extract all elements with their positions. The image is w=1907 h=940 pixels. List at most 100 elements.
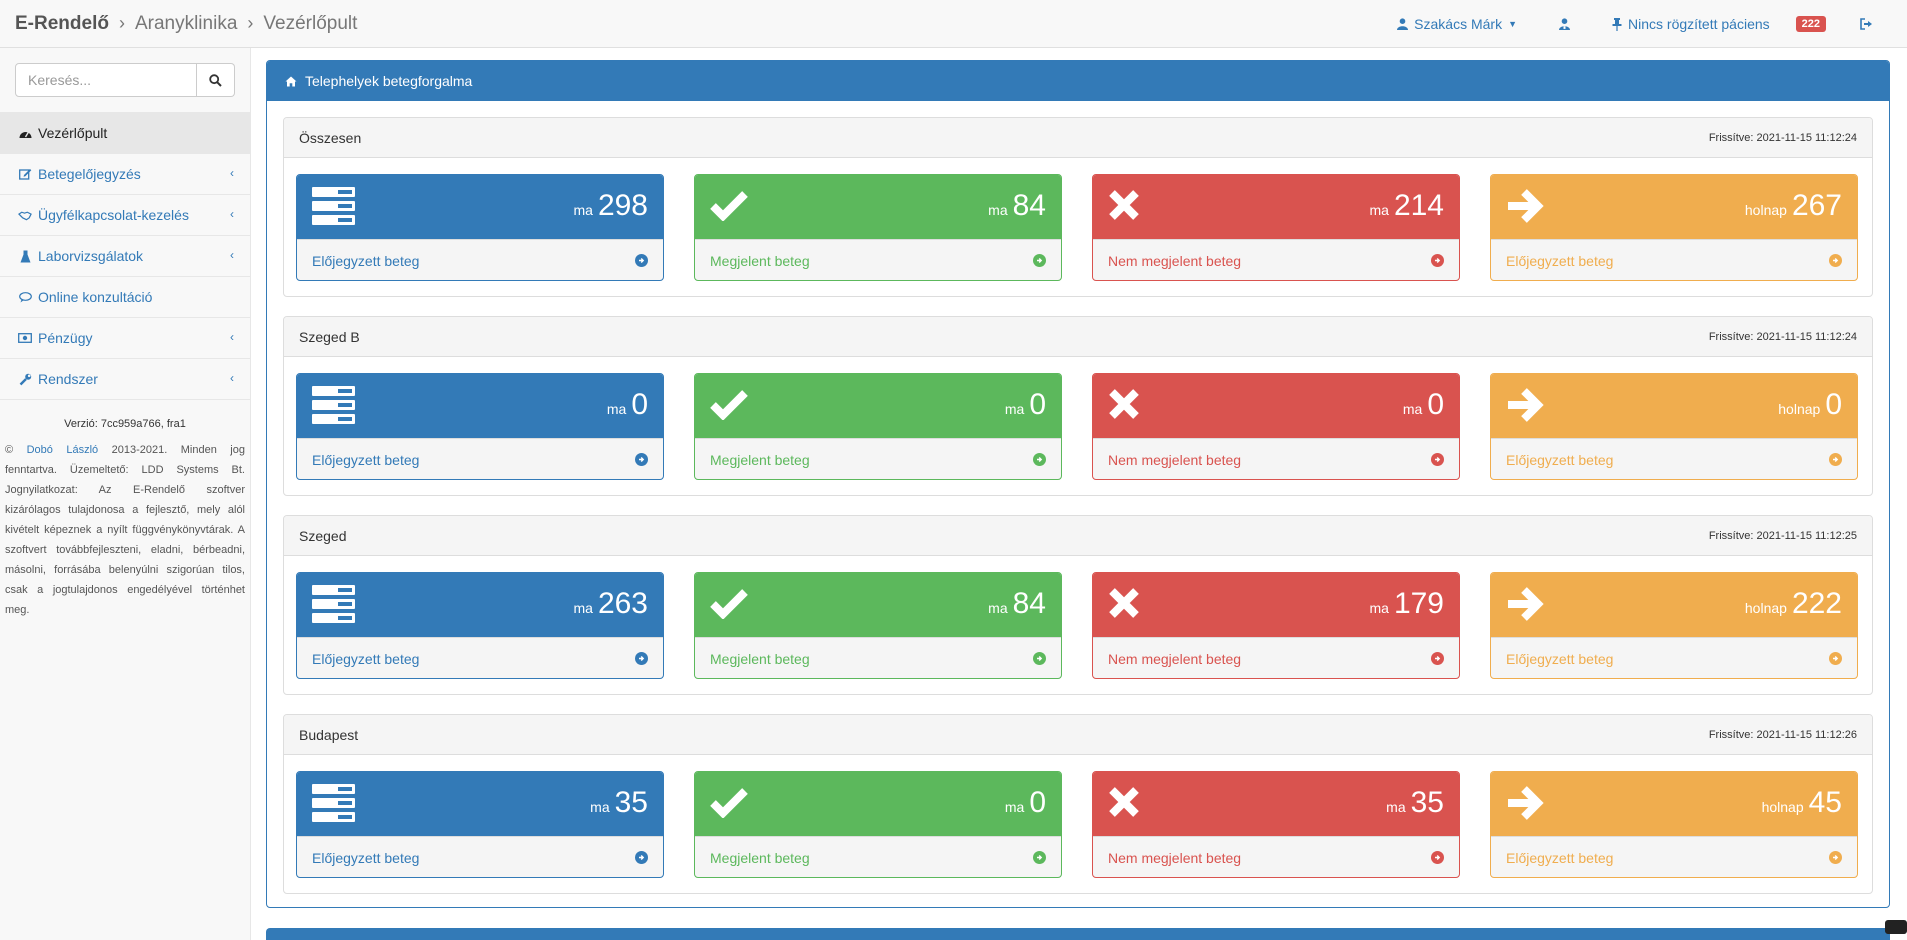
author-link[interactable]: Dobó László	[27, 444, 99, 456]
tile-link[interactable]: Megjelent beteg	[695, 836, 1061, 877]
tile-link-label: Megjelent beteg	[710, 650, 810, 667]
sidebar-item-dashboard[interactable]: Vezérlőpult	[0, 113, 250, 154]
comment-icon	[18, 291, 32, 303]
version-text: Verzió: 7cc959a766, fra1	[64, 418, 186, 430]
sidebar-item-appointments[interactable]: Betegelőjegyzés ‹	[0, 154, 250, 195]
tile-link[interactable]: Nem megjelent beteg	[1093, 239, 1459, 280]
tile-link-label: Előjegyzett beteg	[312, 650, 420, 667]
breadcrumb-page: Vezérlőpult	[263, 12, 358, 34]
site-panel-szeged-b: Szeged B Frissítve: 2021-11-15 11:12:24 …	[283, 316, 1873, 496]
check-icon	[710, 187, 748, 224]
site-heading: Összesen Frissítve: 2021-11-15 11:12:24	[284, 118, 1872, 158]
tile-link[interactable]: Előjegyzett beteg	[297, 438, 663, 479]
notification-badge[interactable]: 222	[1795, 16, 1826, 32]
site-heading: Budapest Frissítve: 2021-11-15 11:12:26	[284, 715, 1872, 755]
tile-link[interactable]: Előjegyzett beteg	[297, 637, 663, 678]
top-navbar: E-Rendelő › Aranyklinika › Vezérlőpult S…	[0, 0, 1907, 48]
sidebar-item-lab[interactable]: Laborvizsgálatok ‹	[0, 236, 250, 277]
home-icon	[285, 76, 297, 86]
user-md-icon	[1559, 18, 1571, 30]
sidebar-item-online-consultation[interactable]: Online konzultáció	[0, 277, 250, 318]
tile-link[interactable]: Megjelent beteg	[695, 239, 1061, 280]
app-brand[interactable]: E-Rendelő	[15, 13, 109, 35]
check-icon	[710, 386, 748, 423]
edit-icon	[18, 168, 32, 180]
arrow-circle-right-icon	[1431, 851, 1444, 864]
scrollbar-thumb[interactable]	[1885, 920, 1907, 934]
chevron-left-icon: ‹	[230, 248, 234, 262]
tile-link-label: Előjegyzett beteg	[1506, 451, 1614, 468]
user-name: Szakács Márk	[1414, 16, 1503, 32]
tile-link[interactable]: Megjelent beteg	[695, 438, 1061, 479]
tile-booked-tomorrow: holnap 0 Előjegyzett beteg	[1490, 373, 1858, 480]
tile-link-label: Előjegyzett beteg	[1506, 849, 1614, 866]
site-panel-osszesen: Összesen Frissítve: 2021-11-15 11:12:24 …	[283, 117, 1873, 297]
tile-link-label: Nem megjelent beteg	[1108, 849, 1242, 866]
arrow-circle-right-icon	[1829, 254, 1842, 267]
sidebar-item-finance[interactable]: Pénzügy ‹	[0, 318, 250, 359]
check-icon	[710, 784, 748, 821]
arrow-circle-right-icon	[635, 851, 648, 864]
site-heading: Szeged B Frissítve: 2021-11-15 11:12:24	[284, 317, 1872, 357]
tile-link-label: Nem megjelent beteg	[1108, 252, 1242, 269]
search-icon	[209, 73, 222, 87]
sidebar-item-system[interactable]: Rendszer ‹	[0, 359, 250, 400]
tile-value: 298	[597, 189, 648, 222]
chevron-left-icon: ‹	[230, 371, 234, 385]
tile-link[interactable]: Előjegyzett beteg	[297, 836, 663, 877]
user-menu[interactable]: Szakács Márk ▼	[1397, 16, 1517, 32]
main-content: Telephelyek betegforgalma Összesen Friss…	[251, 48, 1907, 940]
tile-link[interactable]: Előjegyzett beteg	[1491, 637, 1857, 678]
site-panel-szeged: Szeged Frissítve: 2021-11-15 11:12:25 ma…	[283, 515, 1873, 695]
tile-link-label: Előjegyzett beteg	[312, 849, 420, 866]
site-panel-budapest: Budapest Frissítve: 2021-11-15 11:12:26 …	[283, 714, 1873, 894]
breadcrumb-separator: ›	[247, 13, 254, 33]
arrow-circle-right-icon	[1033, 652, 1046, 665]
refresh-timestamp: Frissítve: 2021-11-15 11:12:24	[1708, 330, 1857, 343]
sidebar-item-label: Betegelőjegyzés	[38, 166, 141, 182]
tile-link-label: Nem megjelent beteg	[1108, 650, 1242, 667]
arrow-circle-right-icon	[1829, 851, 1842, 864]
tile-link-label: Előjegyzett beteg	[312, 252, 420, 269]
panel-heading: Telephelyek betegforgalma	[267, 61, 1889, 101]
doctor-button[interactable]	[1559, 18, 1571, 30]
sidebar-search	[0, 48, 250, 113]
tile-value: 0	[1029, 388, 1046, 421]
patient-pin-link[interactable]: Nincs rögzített páciens	[1612, 16, 1770, 32]
breadcrumb-clinic[interactable]: Aranyklinika	[135, 13, 237, 35]
flask-icon	[18, 250, 32, 263]
tile-link-label: Előjegyzett beteg	[1506, 252, 1614, 269]
site-title: Budapest	[299, 726, 359, 743]
arrow-right-icon	[1506, 187, 1544, 227]
tile-value: 45	[1808, 786, 1842, 819]
tile-link[interactable]: Nem megjelent beteg	[1093, 836, 1459, 877]
tile-link[interactable]: Nem megjelent beteg	[1093, 438, 1459, 479]
tile-link[interactable]: Előjegyzett beteg	[1491, 438, 1857, 479]
tile-link-label: Nem megjelent beteg	[1108, 451, 1242, 468]
arrow-right-icon	[1506, 386, 1544, 426]
tile-booked-tomorrow: holnap 267 Előjegyzett beteg	[1490, 174, 1858, 281]
tile-link[interactable]: Nem megjelent beteg	[1093, 637, 1459, 678]
sidebar: Vezérlőpult Betegelőjegyzés ‹ Ügyfélkapc…	[0, 48, 251, 940]
tile-value: 84	[1012, 189, 1046, 222]
tile-value: 0	[1825, 388, 1842, 421]
tile-link[interactable]: Előjegyzett beteg	[1491, 836, 1857, 877]
copyright-text: © Dobó László 2013-2021. Minden jog fenn…	[0, 430, 250, 620]
tile-link[interactable]: Előjegyzett beteg	[297, 239, 663, 280]
search-input[interactable]	[15, 63, 197, 97]
arrow-right-icon	[1506, 585, 1544, 625]
times-icon	[1108, 187, 1140, 224]
sidebar-item-label: Rendszer	[38, 371, 98, 387]
sidebar-item-crm[interactable]: Ügyfélkapcsolat-kezelés ‹	[0, 195, 250, 236]
breadcrumb-separator: ›	[118, 13, 125, 33]
tile-value: 179	[1393, 587, 1444, 620]
tile-value: 35	[1410, 786, 1444, 819]
search-button[interactable]	[197, 63, 235, 97]
arrow-circle-right-icon	[635, 254, 648, 267]
tile-link[interactable]: Megjelent beteg	[695, 637, 1061, 678]
tile-period-label: ma	[590, 799, 610, 815]
logout-button[interactable]	[1860, 18, 1873, 30]
tile-not-appeared: ma 179 Nem megjelent beteg	[1092, 572, 1460, 679]
tile-link[interactable]: Előjegyzett beteg	[1491, 239, 1857, 280]
arrow-circle-right-icon	[1033, 453, 1046, 466]
